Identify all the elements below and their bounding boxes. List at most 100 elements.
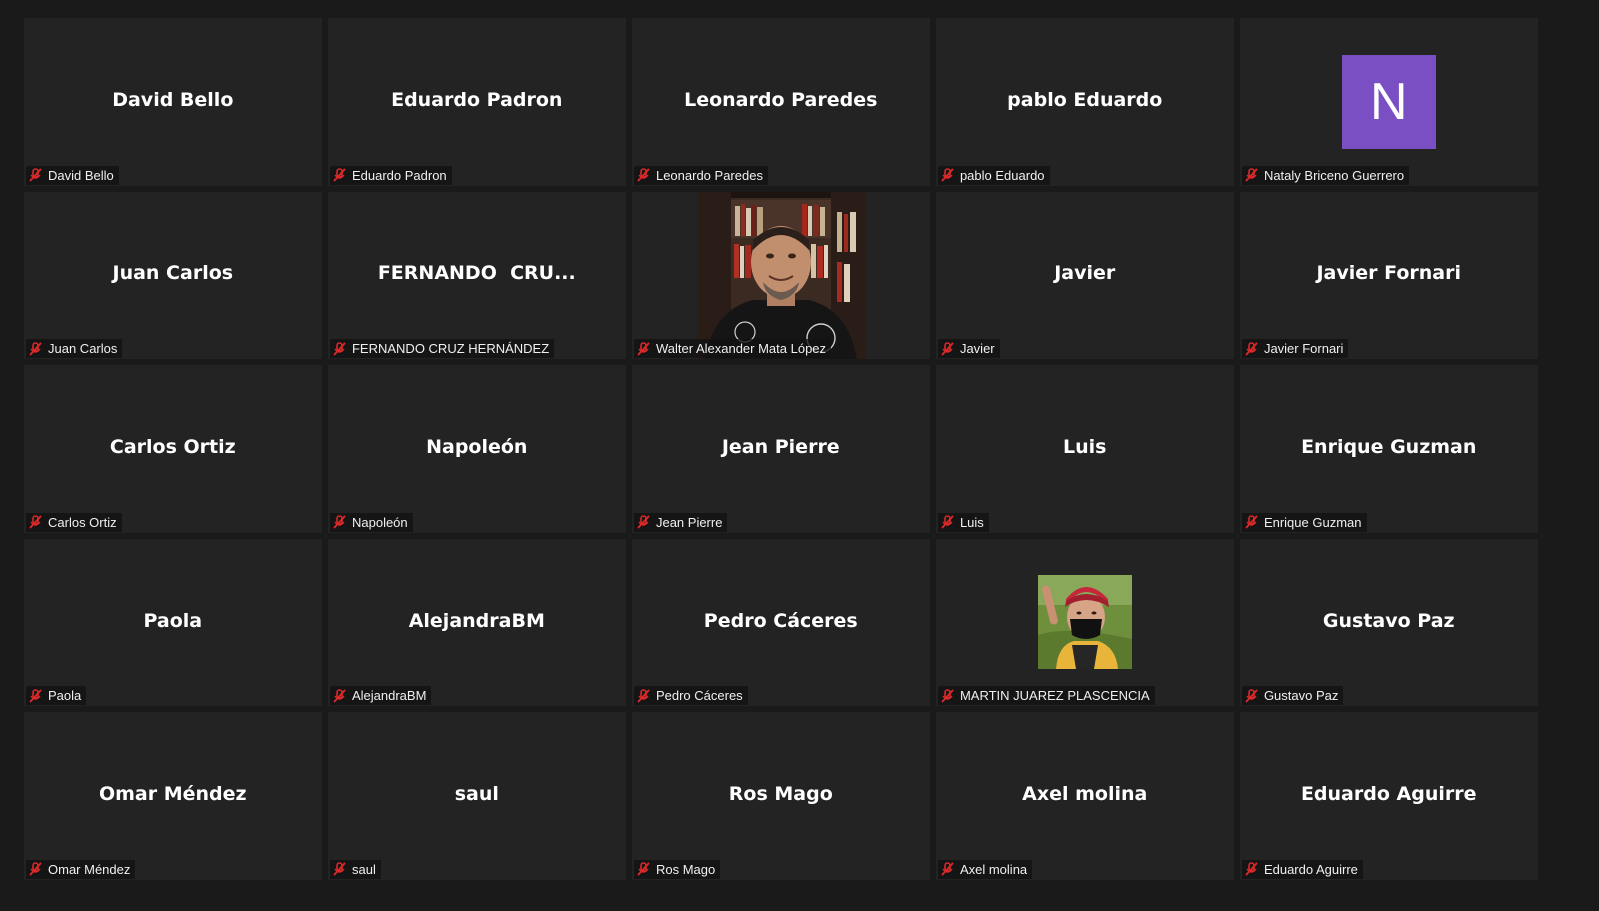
participant-name-label: AlejandraBM xyxy=(329,686,432,706)
participant-label-text: Axel molina xyxy=(959,861,1028,877)
participant-tile[interactable]: MARTIN JUAREZ PLASCENCIA xyxy=(935,538,1234,707)
participant-tile[interactable]: Paola Paola xyxy=(24,538,322,707)
participant-display-name: Eduardo Padron xyxy=(391,88,563,111)
participant-tile[interactable]: N Nataly Briceno Guerrero xyxy=(1239,18,1538,186)
participant-tile[interactable]: Enrique Guzman Enrique Guzman xyxy=(1239,365,1538,533)
participant-display-name: Eduardo Aguirre xyxy=(1300,782,1477,805)
participant-label-text: Javier Fornari xyxy=(1263,341,1344,357)
muted-microphone-icon xyxy=(637,341,650,356)
muted-microphone-icon xyxy=(637,862,650,877)
participant-display-name: Enrique Guzman xyxy=(1301,435,1477,458)
muted-microphone-icon xyxy=(941,341,954,356)
participant-display-name: Paola xyxy=(143,609,203,632)
participant-label-text: Paola xyxy=(48,688,82,704)
participant-tile[interactable]: Walter Alexander Mata López xyxy=(631,191,930,360)
participant-tile[interactable]: Eduardo Aguirre Eduardo Aguirre xyxy=(1239,712,1538,880)
participant-display-name: Omar Méndez xyxy=(98,782,247,805)
muted-microphone-icon xyxy=(1245,168,1258,182)
muted-microphone-icon xyxy=(637,515,650,529)
muted-microphone-icon xyxy=(1245,689,1258,703)
muted-microphone-icon xyxy=(333,341,346,356)
participant-name-label: Juan Carlos xyxy=(26,339,123,359)
participant-tile[interactable]: Carlos Ortiz Carlos Ortiz xyxy=(24,365,322,533)
participant-name-label: Axel molina xyxy=(937,859,1033,879)
participant-label-text: Enrique Guzman xyxy=(1263,514,1362,530)
participant-name-label: Carlos Ortiz xyxy=(26,512,122,532)
participant-tile[interactable]: Gustavo Paz Gustavo Paz xyxy=(1239,538,1538,707)
muted-microphone-icon xyxy=(29,168,42,182)
participant-label-text: MARTIN JUAREZ PLASCENCIA xyxy=(959,688,1150,704)
participant-label-text: pablo Eduardo xyxy=(959,167,1045,183)
muted-microphone-icon xyxy=(333,168,346,182)
participant-name-label: Ros Mago xyxy=(633,859,721,879)
muted-microphone-icon xyxy=(29,515,42,529)
participant-label-text: Napoleón xyxy=(351,514,408,530)
muted-microphone-icon xyxy=(333,862,346,877)
participant-tile[interactable]: Axel molina Axel molina xyxy=(935,712,1234,880)
participant-display-name: Jean Pierre xyxy=(721,435,840,458)
participant-tile[interactable]: Luis Luis xyxy=(935,365,1234,533)
muted-microphone-icon xyxy=(29,341,42,356)
muted-microphone-icon xyxy=(1245,515,1258,529)
participant-label-text: FERNANDO CRUZ HERNÁNDEZ xyxy=(351,341,550,357)
participant-display-name: Luis xyxy=(1063,435,1107,458)
participant-tile[interactable]: Ros Mago Ros Mago xyxy=(631,712,930,880)
participant-name-label: Leonardo Paredes xyxy=(633,165,768,185)
participant-name-label: Pedro Cáceres xyxy=(633,686,748,706)
participant-tile[interactable]: Leonardo Paredes Leonardo Paredes xyxy=(631,18,930,186)
muted-microphone-icon xyxy=(29,862,42,877)
participant-display-name: saul xyxy=(454,782,499,805)
muted-microphone-icon xyxy=(941,168,954,182)
participant-display-name: Juan Carlos xyxy=(112,262,234,285)
participant-name-label: Jean Pierre xyxy=(633,512,728,532)
participant-name-label: Eduardo Padron xyxy=(329,165,452,185)
muted-microphone-icon xyxy=(333,515,346,529)
participant-tile[interactable]: Javier Fornari Javier Fornari xyxy=(1239,191,1538,360)
participant-name-label: Javier Fornari xyxy=(1241,339,1349,359)
participant-tile[interactable]: David Bello David Bello xyxy=(24,18,322,186)
participant-name-label: FERNANDO CRUZ HERNÁNDEZ xyxy=(329,339,555,359)
participant-name-label: saul xyxy=(329,859,381,879)
participant-tile[interactable]: Omar Méndez Omar Méndez xyxy=(24,712,322,880)
webcam-photo xyxy=(696,191,865,360)
participant-display-name: Ros Mago xyxy=(728,782,833,805)
participant-display-name: Javier xyxy=(1054,262,1116,285)
participant-name-label: David Bello xyxy=(26,165,119,185)
participant-tile[interactable]: Javier Javier xyxy=(935,191,1234,360)
participant-display-name: AlejandraBM xyxy=(408,609,545,632)
participant-name-label: pablo Eduardo xyxy=(937,165,1050,185)
participant-tile[interactable]: Eduardo Padron Eduardo Padron xyxy=(327,18,626,186)
participant-label-text: Carlos Ortiz xyxy=(48,514,117,530)
participant-label-text: Luis xyxy=(959,514,984,530)
muted-microphone-icon xyxy=(941,515,954,529)
participant-tile[interactable]: AlejandraBM AlejandraBM xyxy=(327,538,626,707)
muted-microphone-icon xyxy=(333,689,346,703)
participant-display-name: Leonardo Paredes xyxy=(684,88,878,111)
participant-tile[interactable]: Juan Carlos Juan Carlos xyxy=(24,191,322,360)
participant-name-label: Luis xyxy=(937,512,989,532)
muted-microphone-icon xyxy=(941,689,954,703)
participant-name-label: MARTIN JUAREZ PLASCENCIA xyxy=(937,686,1155,706)
participant-label-text: Leonardo Paredes xyxy=(655,167,763,183)
participant-gallery: David Bello David Bello Eduardo Padron E… xyxy=(24,18,1570,884)
participant-tile[interactable]: saul saul xyxy=(327,712,626,880)
participant-display-name: Axel molina xyxy=(1022,782,1148,805)
participant-label-text: Pedro Cáceres xyxy=(655,688,743,704)
participant-label-text: Eduardo Padron xyxy=(351,167,447,183)
participant-tile[interactable]: Napoleón Napoleón xyxy=(327,365,626,533)
participant-name-label: Paola xyxy=(26,686,87,706)
participant-tile[interactable]: FERNANDO CRU... FERNANDO CRUZ HERNÁNDEZ xyxy=(327,191,626,360)
participant-display-name: Javier Fornari xyxy=(1316,262,1461,285)
participant-tile[interactable]: Jean Pierre Jean Pierre xyxy=(631,365,930,533)
participant-label-text: Gustavo Paz xyxy=(1263,688,1339,704)
participant-name-label: Eduardo Aguirre xyxy=(1241,859,1363,879)
participant-label-text: Javier xyxy=(959,341,995,357)
participant-name-label: Walter Alexander Mata López xyxy=(633,339,832,359)
participant-tile[interactable]: pablo Eduardo pablo Eduardo xyxy=(935,18,1234,186)
participant-label-text: Jean Pierre xyxy=(655,514,723,530)
participant-label-text: Eduardo Aguirre xyxy=(1263,861,1358,877)
participant-name-label: Omar Méndez xyxy=(26,859,136,879)
participant-display-name: Carlos Ortiz xyxy=(109,435,236,458)
muted-microphone-icon xyxy=(1245,341,1258,356)
participant-tile[interactable]: Pedro Cáceres Pedro Cáceres xyxy=(631,538,930,707)
